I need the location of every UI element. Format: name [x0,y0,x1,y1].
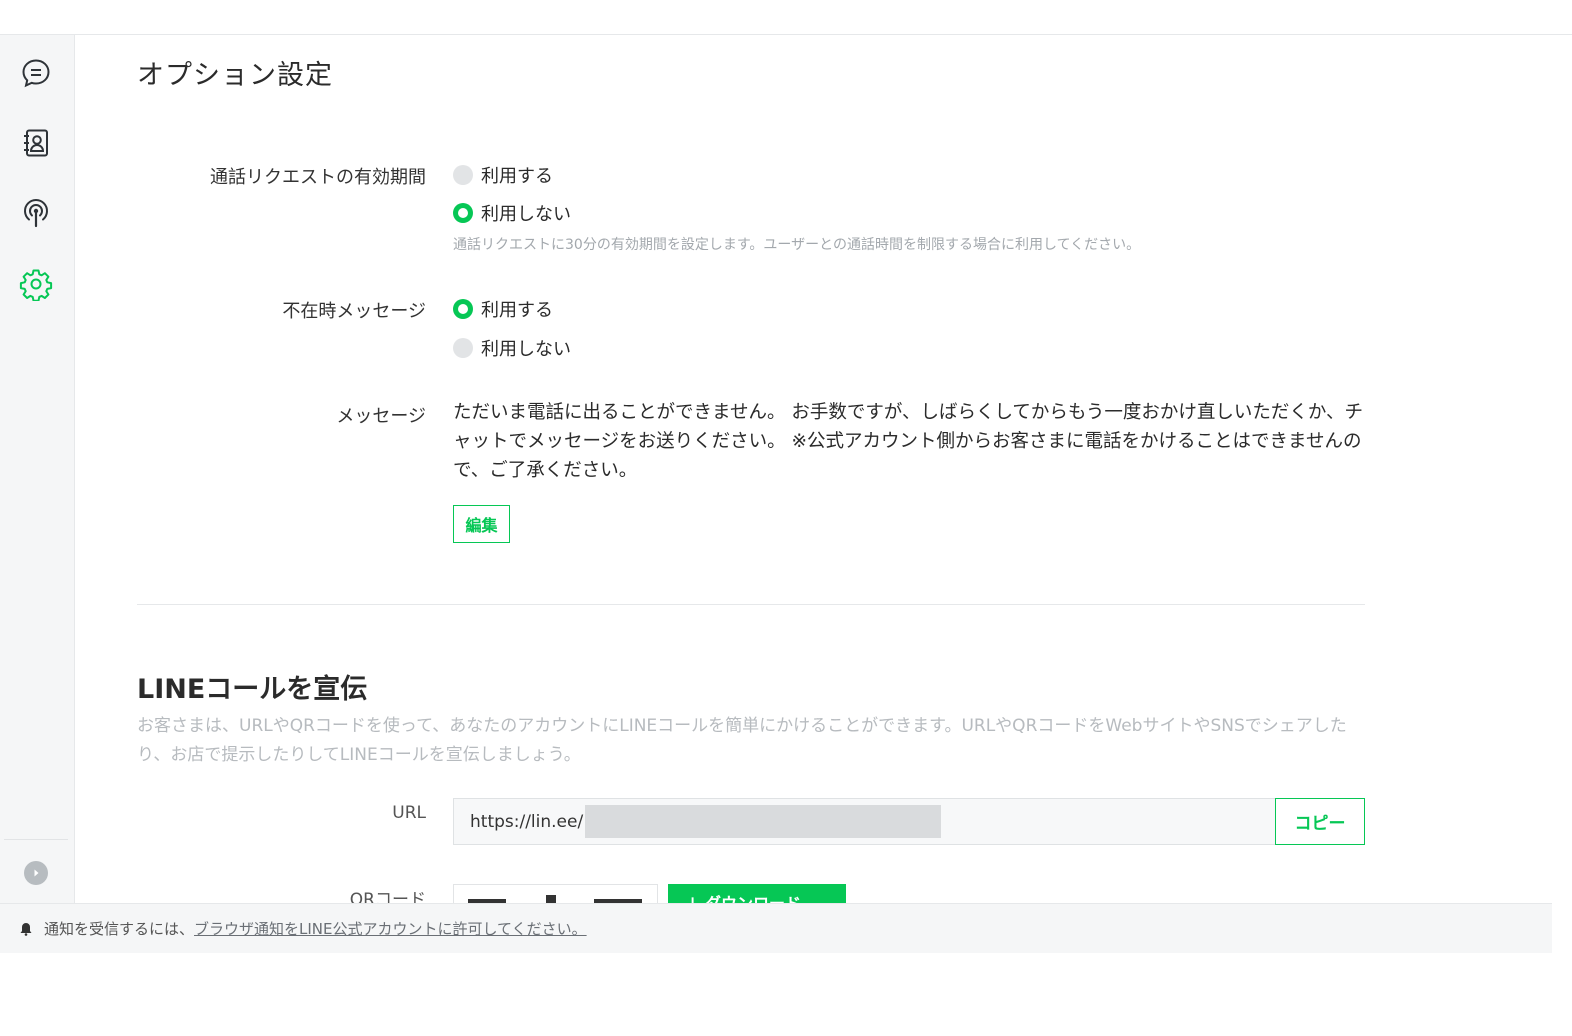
message-label: メッセージ [336,406,426,427]
section-divider [137,604,1365,605]
radio-off-icon [453,338,473,358]
url-field[interactable]: https://lin.ee/ [453,798,1277,845]
sidebar [0,35,75,903]
promo-title: LINEコールを宣伝 [137,674,368,705]
url-label: URL [392,803,426,823]
call-request-label: 通話リクエストの有効期間 [210,167,426,188]
call-request-hint: 通話リクエストに30分の有効期間を設定します。ユーザーとの通話時間を制限する場合… [453,237,1141,253]
message-text: ただいま電話に出ることができません。 お手数ですが、しばらくしてからもう一度おか… [453,402,1363,481]
broadcast-icon[interactable] [17,194,55,232]
expand-icon[interactable] [24,861,48,885]
radio-label: 利用する [481,300,553,321]
notice-permission-link[interactable]: ブラウザ通知をLINE公式アカウントに許可してください。 [194,918,587,939]
contacts-icon[interactable] [17,124,55,162]
download-button[interactable]: ↓ ダウンロード [668,884,846,903]
bell-icon [20,922,32,936]
top-bar [0,0,1572,35]
radio-on-icon [453,203,473,223]
absent-not-radio[interactable]: 利用しない [453,336,571,360]
sidebar-divider [4,839,68,840]
absent-label: 不在時メッセージ [282,301,426,322]
qr-code-image [453,884,658,903]
notice-text: 通知を受信するには、 [44,920,195,938]
gear-icon[interactable] [17,265,55,303]
page-title: オプション設定 [137,60,333,91]
edit-button[interactable]: 編集 [453,505,510,543]
url-redacted [585,805,942,838]
notification-bar: 通知を受信するには、 ブラウザ通知をLINE公式アカウントに許可してください。 [0,903,1552,953]
radio-on-icon [453,299,473,319]
absent-use-radio[interactable]: 利用する [453,297,553,321]
promo-description: お客さまは、URLやQRコードを使って、あなたのアカウントにLINEコールを簡単… [137,716,1347,765]
url-value: https://lin.ee/ [470,811,584,832]
call-request-use-radio[interactable]: 利用する [453,163,553,187]
radio-label: 利用しない [481,204,571,225]
copy-button[interactable]: コピー [1275,798,1365,845]
call-request-not-radio[interactable]: 利用しない [453,201,571,225]
radio-label: 利用する [481,166,553,187]
radio-off-icon [453,165,473,185]
main-content: オプション設定 通話リクエストの有効期間 利用する 利用しない 通話リクエストに… [76,35,1572,910]
radio-label: 利用しない [481,339,571,360]
chat-icon[interactable] [17,54,55,92]
